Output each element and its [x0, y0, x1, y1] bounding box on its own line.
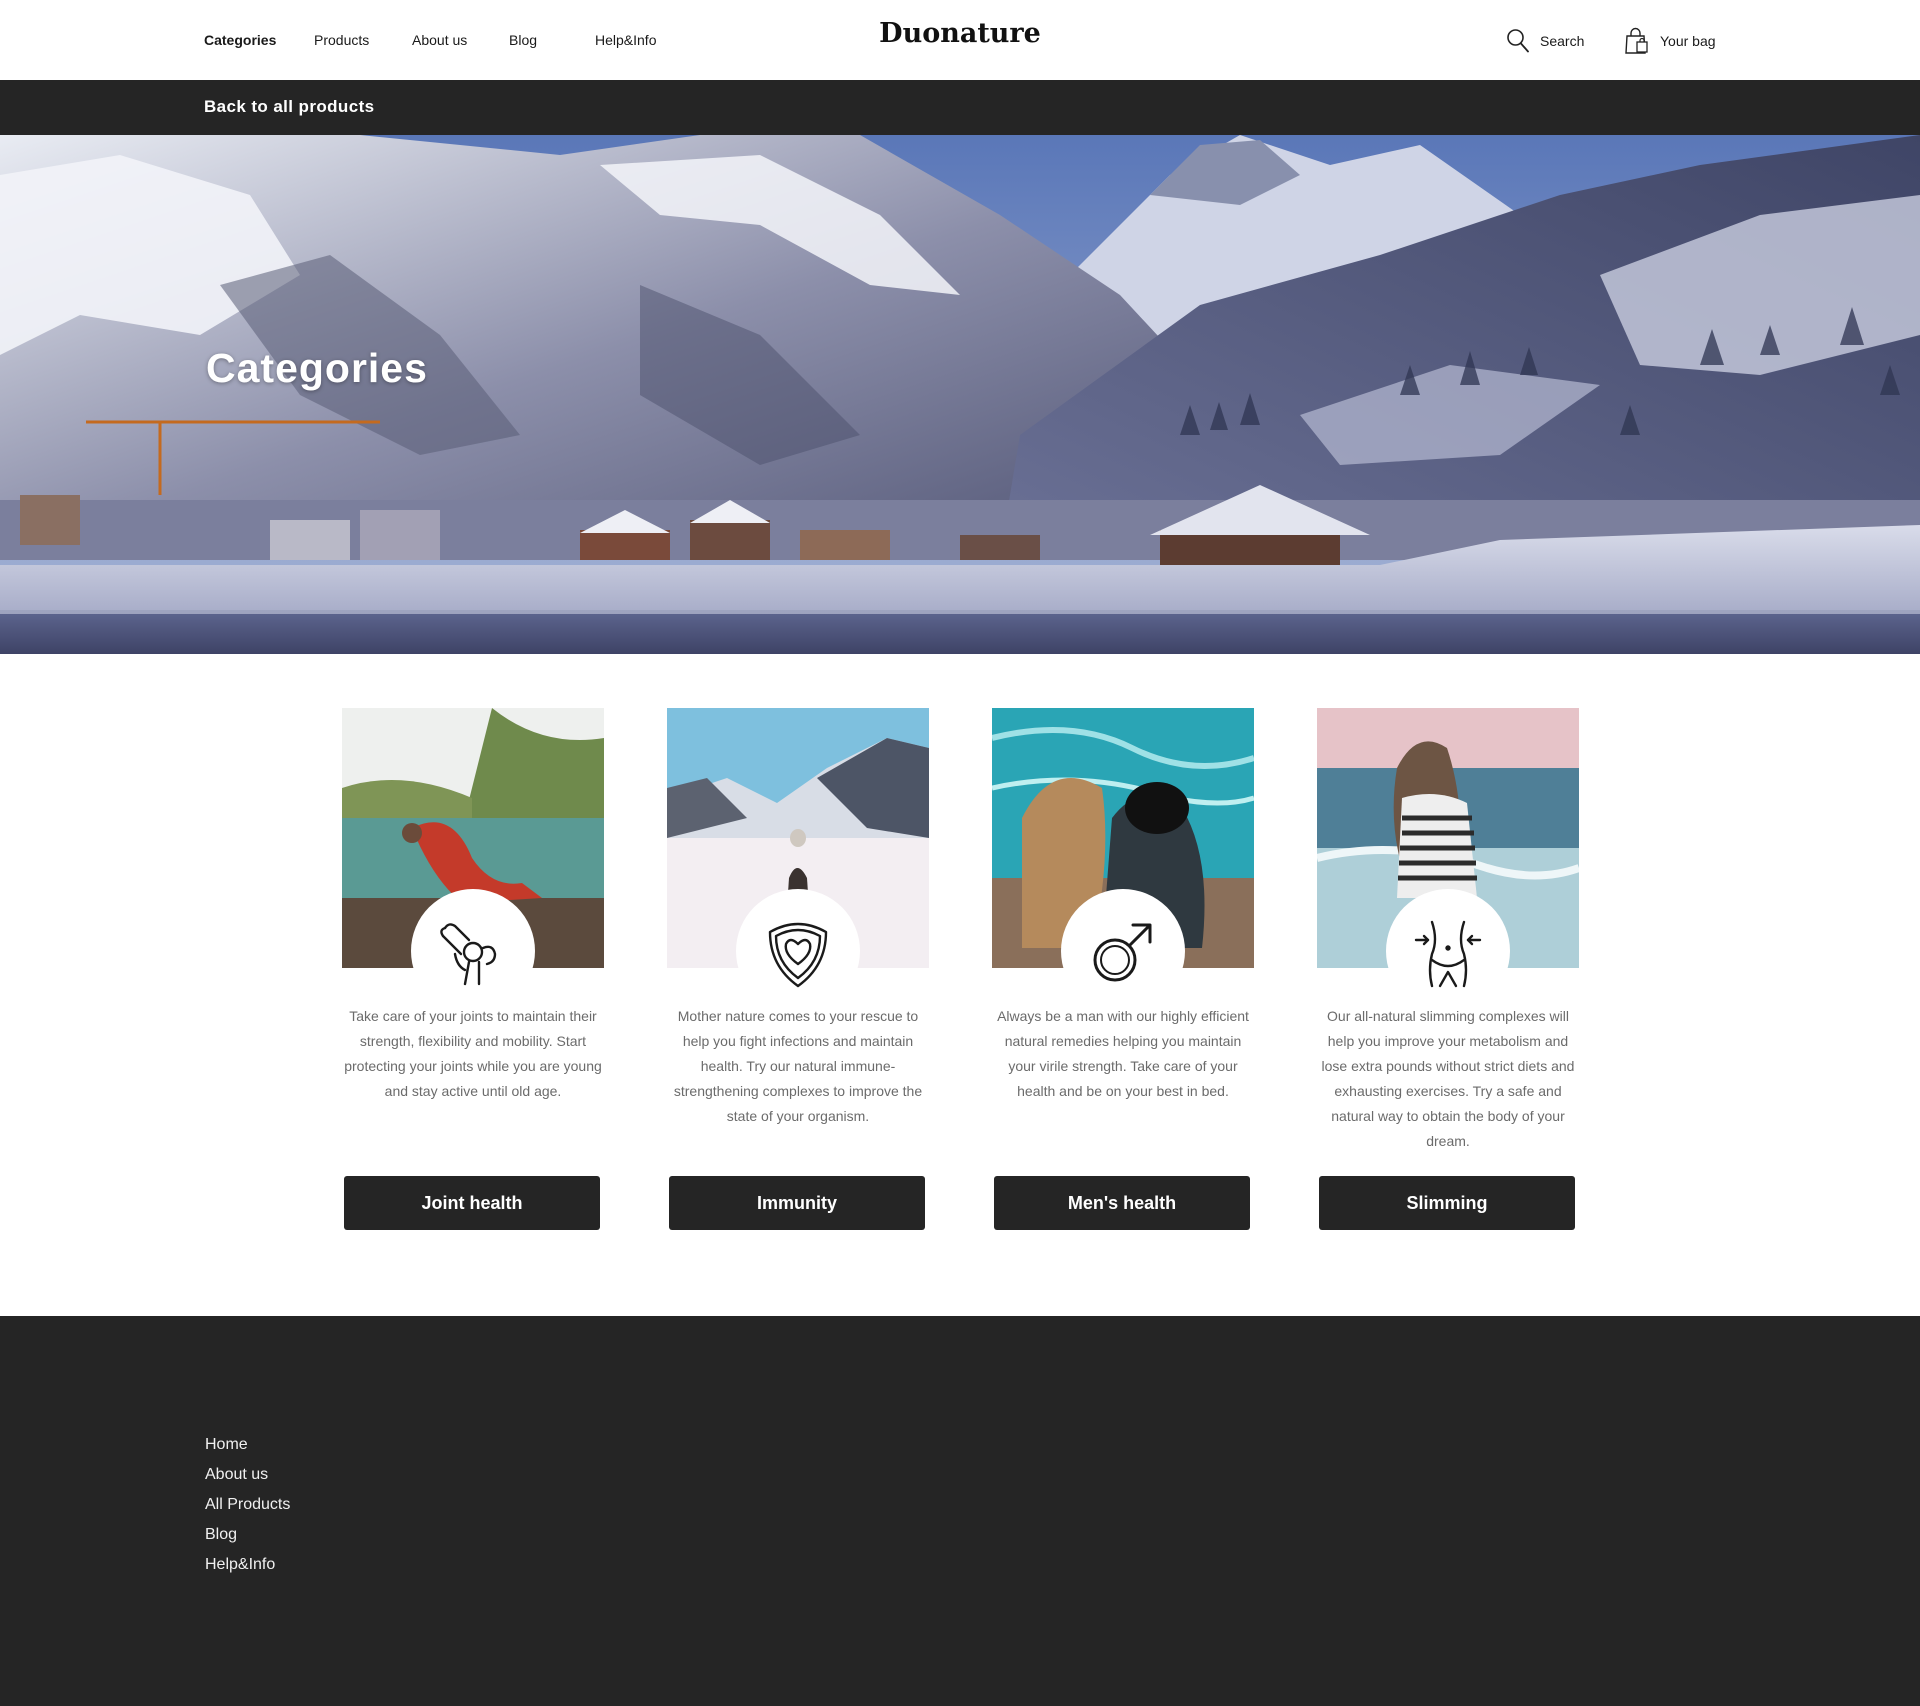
site-header: Categories Products About us Blog Help&I… — [0, 0, 1920, 80]
slimming-button[interactable]: Slimming — [1319, 1176, 1575, 1230]
hero-title: Categories — [206, 345, 428, 391]
footer-link-blog[interactable]: Blog — [205, 1526, 237, 1544]
nav-categories[interactable]: Categories — [204, 32, 276, 48]
site-footer: Home About us All Products Blog Help&Inf… — [0, 1316, 1920, 1706]
nav-products[interactable]: Products — [314, 32, 369, 48]
nav-help-info[interactable]: Help&Info — [595, 32, 656, 48]
joint-icon — [440, 923, 497, 986]
mens-health-button[interactable]: Men's health — [994, 1176, 1250, 1230]
footer-link-all-products[interactable]: All Products — [205, 1496, 290, 1514]
footer-link-home[interactable]: Home — [205, 1436, 248, 1454]
search-label: Search — [1540, 33, 1585, 49]
site-logo[interactable]: Duonature — [879, 18, 1041, 49]
immunity-button[interactable]: Immunity — [669, 1176, 925, 1230]
male-symbol-icon — [1093, 923, 1152, 982]
hero-banner: Categories — [0, 135, 1920, 654]
joint-health-button[interactable]: Joint health — [344, 1176, 600, 1230]
category-description: Mother nature comes to your rescue to he… — [673, 1008, 923, 1124]
hero-landscape-image — [0, 135, 1920, 654]
bag-button[interactable]: Your bag — [1624, 27, 1716, 54]
nav-about-us[interactable]: About us — [412, 32, 467, 48]
category-description: Our all-natural slimming complexes will … — [1321, 1008, 1575, 1149]
footer-link-about-us[interactable]: About us — [205, 1466, 268, 1484]
category-description: Always be a man with our highly efficien… — [997, 1008, 1249, 1099]
category-description: Take care of your joints to maintain the… — [344, 1008, 602, 1099]
footer-link-help-info[interactable]: Help&Info — [205, 1556, 275, 1574]
back-to-products-link[interactable]: Back to all products — [204, 97, 374, 117]
search-icon — [1507, 29, 1529, 53]
nav-blog[interactable]: Blog — [509, 32, 537, 48]
search-button[interactable]: Search — [1506, 28, 1584, 54]
back-bar: Back to all products — [0, 80, 1920, 135]
shopping-bag-icon — [1625, 27, 1648, 54]
heart-shield-icon — [768, 922, 828, 988]
waist-icon — [1414, 920, 1482, 988]
bag-label: Your bag — [1660, 33, 1716, 49]
